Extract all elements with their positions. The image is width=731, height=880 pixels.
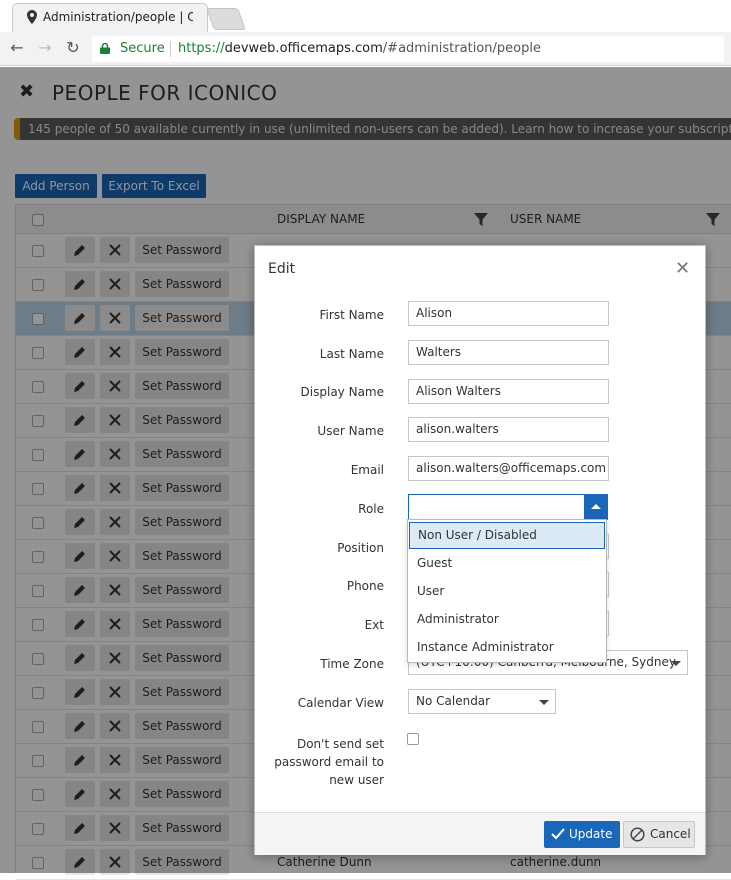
first-name-field[interactable]: Alison bbox=[408, 301, 609, 326]
calendar-view-value: No Calendar bbox=[416, 694, 491, 708]
cancel-button[interactable]: Cancel bbox=[623, 821, 695, 848]
time-zone-label: Time Zone bbox=[320, 657, 384, 671]
user-name-label: User Name bbox=[317, 424, 384, 438]
phone-label: Phone bbox=[346, 579, 384, 593]
new-tab-button[interactable] bbox=[205, 8, 247, 30]
map-pin-icon bbox=[27, 10, 37, 24]
calendar-view-select[interactable]: No Calendar bbox=[408, 689, 556, 714]
back-arrow-icon[interactable]: ← bbox=[8, 39, 26, 57]
cancel-circle-icon bbox=[630, 827, 645, 842]
cancel-label: Cancel bbox=[650, 827, 691, 841]
role-options-list: Non User / Disabled Guest User Administr… bbox=[407, 519, 607, 663]
role-dropdown-toggle[interactable] bbox=[584, 494, 608, 520]
position-label: Position bbox=[337, 541, 384, 555]
user-name-field[interactable]: alison.walters bbox=[408, 417, 609, 442]
calendar-view-label: Calendar View bbox=[297, 696, 384, 710]
forward-arrow-icon[interactable]: → bbox=[36, 39, 54, 57]
browser-tab-bar: Administration/people | O bbox=[0, 0, 731, 32]
last-name-label: Last Name bbox=[319, 347, 384, 361]
role-option[interactable]: Non User / Disabled bbox=[409, 522, 605, 549]
ext-label: Ext bbox=[364, 618, 384, 632]
tab-title: Administration/people | O bbox=[43, 10, 193, 24]
secure-label: Secure bbox=[120, 41, 165, 56]
email-field[interactable]: alison.walters@officemaps.com bbox=[408, 456, 609, 481]
role-dropdown[interactable] bbox=[408, 494, 608, 520]
first-name-label: First Name bbox=[319, 308, 384, 322]
role-option[interactable]: User bbox=[409, 578, 605, 605]
role-option[interactable]: Administrator bbox=[409, 606, 605, 633]
edit-person-dialog: Edit ✕ First Name Alison Last Name Walte… bbox=[254, 245, 706, 855]
role-option[interactable]: Instance Administrator bbox=[409, 634, 605, 661]
chevron-down-icon bbox=[539, 700, 549, 705]
caret-up-icon bbox=[591, 504, 601, 509]
checkmark-icon bbox=[551, 828, 565, 840]
no-email-label: Don't send set password email to new use… bbox=[274, 737, 384, 787]
no-email-checkbox[interactable] bbox=[407, 733, 419, 745]
display-name-field[interactable]: Alison Walters bbox=[408, 379, 609, 404]
url-divider bbox=[170, 41, 171, 57]
url-field[interactable]: Secure https://devweb.officemaps.com/#ad… bbox=[92, 36, 724, 62]
reload-icon[interactable]: ↻ bbox=[64, 39, 82, 57]
email-label: Email bbox=[350, 463, 384, 477]
lock-icon bbox=[100, 43, 110, 54]
role-label: Role bbox=[358, 502, 384, 516]
browser-tab[interactable]: Administration/people | O bbox=[12, 3, 208, 32]
last-name-field[interactable]: Walters bbox=[408, 340, 609, 365]
role-option[interactable]: Guest bbox=[409, 550, 605, 577]
update-label: Update bbox=[569, 827, 613, 841]
update-button[interactable]: Update bbox=[544, 821, 620, 848]
close-icon[interactable]: ✕ bbox=[675, 258, 690, 279]
url-text: https://devweb.officemaps.com/#administr… bbox=[178, 41, 541, 56]
display-name-label: Display Name bbox=[300, 385, 384, 399]
chevron-down-icon bbox=[671, 661, 681, 666]
dialog-footer: Update Cancel bbox=[255, 812, 705, 855]
address-bar: ← → ↻ Secure https://devweb.officemaps.c… bbox=[0, 32, 731, 66]
dialog-title: Edit bbox=[268, 261, 296, 277]
